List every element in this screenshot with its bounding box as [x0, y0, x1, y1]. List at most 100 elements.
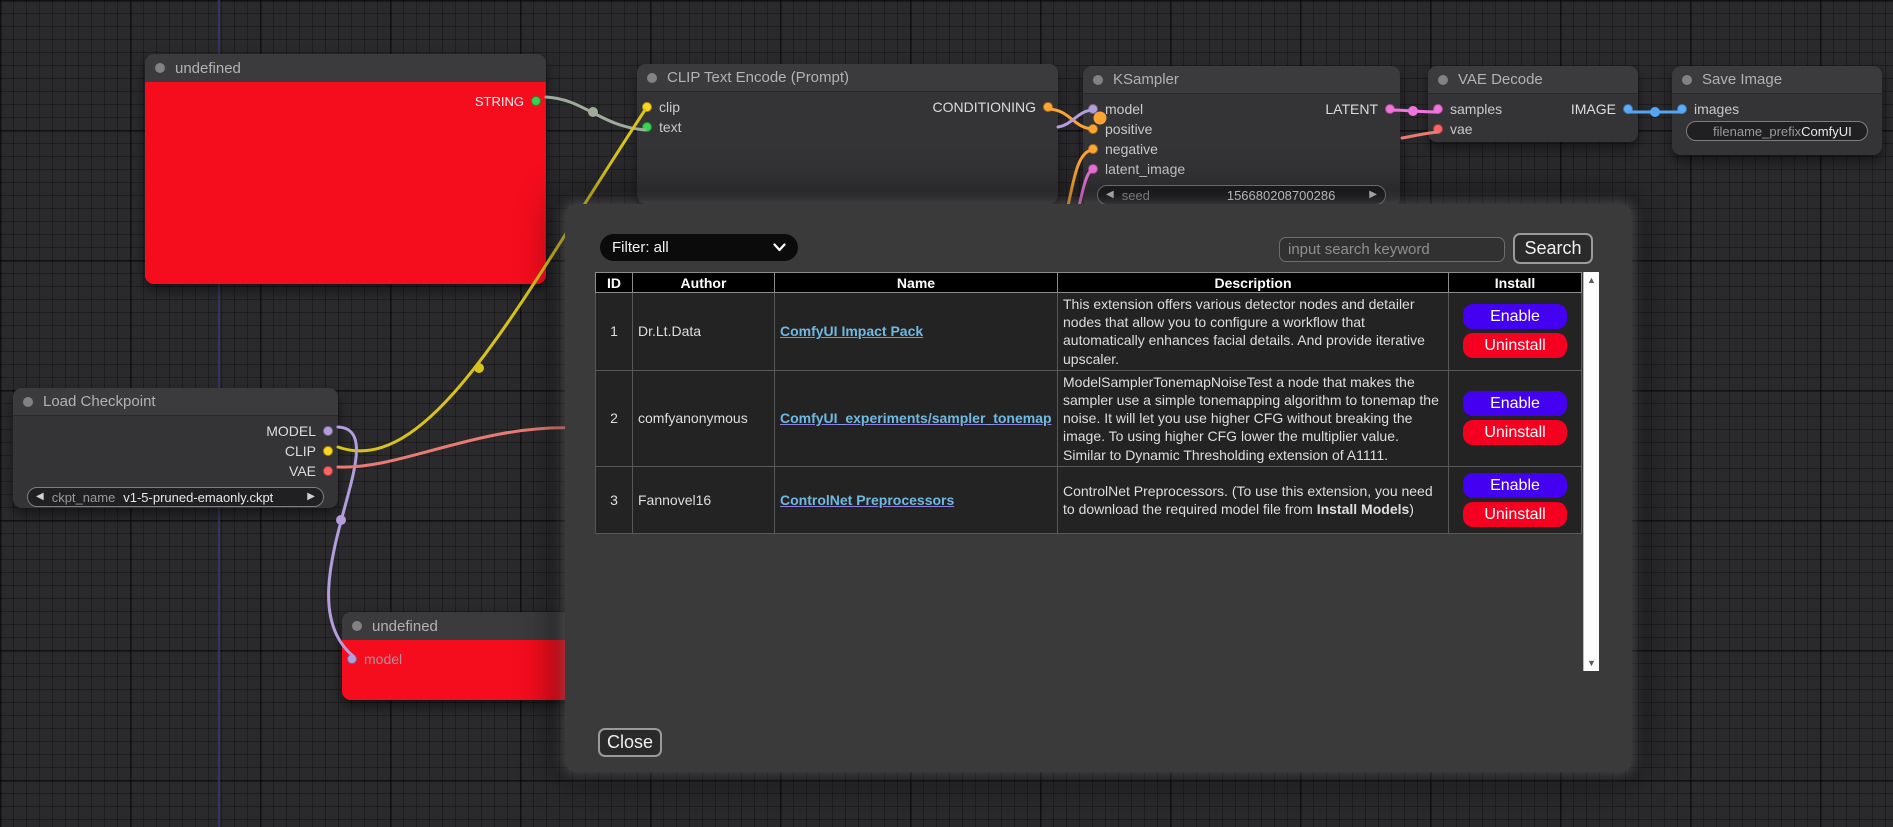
- node-header[interactable]: Save Image: [1672, 66, 1882, 94]
- output-slot-dot[interactable]: [323, 466, 333, 476]
- widget-value: ComfyUI: [1801, 124, 1852, 139]
- input-slot-dot[interactable]: [1677, 104, 1687, 114]
- input-slot-label: latent_image: [1105, 161, 1185, 177]
- increment-arrow-icon[interactable]: ▶: [1369, 190, 1377, 200]
- input-slot-dot[interactable]: [642, 102, 652, 112]
- extension-row: 3Fannovel16ControlNet PreprocessorsContr…: [596, 466, 1582, 533]
- column-header-id: ID: [596, 273, 633, 293]
- collapse-dot-icon[interactable]: [1438, 75, 1448, 85]
- input-slot-dot[interactable]: [1433, 104, 1443, 114]
- uninstall-button[interactable]: Uninstall: [1463, 333, 1567, 358]
- wire-vae-out: [338, 428, 575, 467]
- node-title: CLIP Text Encode (Prompt): [667, 69, 849, 86]
- collapse-dot-icon[interactable]: [1093, 75, 1103, 85]
- input-slot-label: text: [659, 119, 682, 135]
- extension-author-cell: Fannovel16: [633, 466, 775, 533]
- input-slot-dot[interactable]: [1433, 124, 1443, 134]
- uninstall-button[interactable]: Uninstall: [1463, 420, 1567, 445]
- decrement-arrow-icon[interactable]: ◀: [36, 492, 44, 502]
- node-ksampler[interactable]: KSampler model LATENT positive negative …: [1083, 66, 1400, 208]
- collapse-dot-icon[interactable]: [23, 397, 33, 407]
- column-header-install: Install: [1449, 273, 1582, 293]
- node-load-checkpoint[interactable]: Load Checkpoint MODEL CLIP VAE ◀ ckpt_na…: [13, 388, 338, 508]
- node-header[interactable]: CLIP Text Encode (Prompt): [637, 64, 1058, 92]
- node-header[interactable]: Load Checkpoint: [13, 388, 338, 416]
- widget-label: filename_prefix: [1713, 124, 1801, 139]
- input-slot-dot[interactable]: [1088, 124, 1098, 134]
- increment-arrow-icon[interactable]: ▶: [307, 492, 315, 502]
- collapse-dot-icon[interactable]: [647, 73, 657, 83]
- wire-dot: [1650, 107, 1660, 117]
- scroll-down-icon[interactable]: ▼: [1587, 658, 1596, 668]
- node-title: undefined: [372, 618, 438, 635]
- close-button[interactable]: Close: [598, 728, 662, 757]
- input-slot-dot[interactable]: [1088, 104, 1098, 114]
- enable-button[interactable]: Enable: [1463, 391, 1567, 416]
- node-vae-decode[interactable]: VAE Decode samples IMAGE vae: [1428, 66, 1638, 142]
- extension-name-link[interactable]: ControlNet Preprocessors: [780, 492, 954, 508]
- widget-value: v1-5-pruned-emaonly.ckpt: [123, 490, 273, 505]
- seed-widget[interactable]: ◀ seed 156680208700286 ▶: [1097, 185, 1386, 205]
- node-undefined-top[interactable]: undefined STRING: [145, 54, 546, 284]
- wire-string-to-text: [546, 97, 645, 130]
- search-input[interactable]: [1279, 237, 1505, 262]
- output-slot-dot[interactable]: [1043, 102, 1053, 112]
- collapse-dot-icon[interactable]: [1682, 75, 1692, 85]
- filter-select[interactable]: Filter: all: [600, 234, 798, 261]
- comfyui-app: undefined STRING CLIP Text Encode (Promp…: [0, 0, 1893, 827]
- output-slot-label: IMAGE: [1571, 101, 1616, 117]
- extension-name-link[interactable]: ComfyUI Impact Pack: [780, 323, 923, 339]
- input-slot-label: images: [1694, 101, 1739, 117]
- node-title: VAE Decode: [1458, 71, 1543, 88]
- output-slot-dot[interactable]: [531, 96, 541, 106]
- output-slot-label: MODEL: [266, 423, 316, 439]
- input-slot-dot[interactable]: [347, 654, 357, 664]
- collapse-dot-icon[interactable]: [352, 621, 362, 631]
- wire-dot: [588, 107, 598, 117]
- extension-row: 1Dr.Lt.DataComfyUI Impact PackThis exten…: [596, 293, 1582, 371]
- widget-label: seed: [1122, 188, 1150, 203]
- input-slot-label: model: [364, 651, 402, 667]
- wire-dot: [336, 515, 346, 525]
- filter-select-value: Filter: all: [612, 239, 669, 256]
- output-slot-dot[interactable]: [323, 426, 333, 436]
- output-slot-label: CLIP: [285, 443, 316, 459]
- output-slot-dot[interactable]: [323, 446, 333, 456]
- extensions-table: ID Author Name Description Install 1Dr.L…: [595, 272, 1582, 534]
- input-slot-label: positive: [1105, 121, 1152, 137]
- node-header[interactable]: KSampler: [1083, 66, 1400, 94]
- table-scrollbar[interactable]: ▲ ▼: [1583, 272, 1599, 671]
- scroll-up-icon[interactable]: ▲: [1587, 275, 1596, 285]
- input-slot-dot[interactable]: [642, 122, 652, 132]
- column-header-author: Author: [633, 273, 775, 293]
- node-title: undefined: [175, 60, 241, 77]
- uninstall-button[interactable]: Uninstall: [1463, 502, 1567, 527]
- output-slot-dot[interactable]: [1623, 104, 1633, 114]
- filename-prefix-widget[interactable]: filename_prefix ComfyUI: [1686, 121, 1868, 141]
- column-header-description: Description: [1058, 273, 1449, 293]
- input-slot-dot[interactable]: [1088, 164, 1098, 174]
- extension-name-link[interactable]: ComfyUI_experiments/sampler_tonemap: [780, 410, 1052, 426]
- enable-button[interactable]: Enable: [1463, 473, 1567, 498]
- output-slot-label: STRING: [475, 94, 524, 109]
- extension-name-cell: ComfyUI_experiments/sampler_tonemap: [775, 370, 1058, 466]
- extension-install-cell: Enable Uninstall: [1449, 293, 1582, 371]
- enable-button[interactable]: Enable: [1463, 304, 1567, 329]
- decrement-arrow-icon[interactable]: ◀: [1106, 190, 1114, 200]
- node-save-image[interactable]: Save Image images filename_prefix ComfyU…: [1672, 66, 1882, 155]
- node-clip-text-encode[interactable]: CLIP Text Encode (Prompt) clip CONDITION…: [637, 64, 1058, 204]
- output-slot-dot[interactable]: [1385, 104, 1395, 114]
- extension-author-cell: Dr.Lt.Data: [633, 293, 775, 371]
- input-slot-dot[interactable]: [1088, 144, 1098, 154]
- node-header[interactable]: VAE Decode: [1428, 66, 1638, 94]
- search-button[interactable]: Search: [1513, 233, 1593, 264]
- collapse-dot-icon[interactable]: [155, 63, 165, 73]
- input-slot-label: negative: [1105, 141, 1158, 157]
- extension-install-cell: Enable Uninstall: [1449, 466, 1582, 533]
- extension-author-cell: comfyanonymous: [633, 370, 775, 466]
- custom-nodes-dialog: Filter: all Search ID Author Name Descri…: [565, 204, 1632, 772]
- node-title: Save Image: [1702, 71, 1782, 88]
- node-header[interactable]: undefined: [145, 54, 546, 82]
- ckpt-name-widget[interactable]: ◀ ckpt_name v1-5-pruned-emaonly.ckpt ▶: [27, 487, 324, 507]
- wire-dot: [474, 363, 484, 373]
